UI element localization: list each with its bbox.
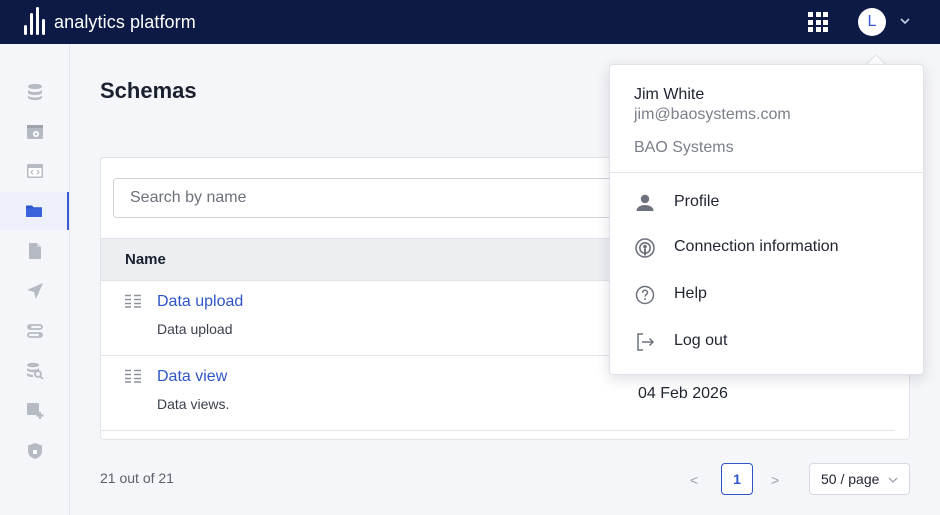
user-menu: Jim White jim@baosystems.com BAO Systems…	[609, 64, 924, 375]
page-title: Schemas	[100, 78, 197, 103]
sidebar-item-add-widget[interactable]	[0, 392, 69, 430]
user-name: Jim White	[634, 86, 705, 103]
broadcast-icon	[635, 238, 655, 258]
sidebar	[0, 44, 70, 515]
document-icon	[28, 243, 41, 259]
brand-name: analytics platform	[54, 11, 196, 32]
database-search-icon	[26, 362, 44, 380]
pipeline-icon	[26, 324, 43, 338]
sidebar-item-schemas[interactable]	[0, 192, 69, 230]
menu-item-log-out[interactable]: Log out	[610, 321, 923, 361]
page-number-button[interactable]: 1	[721, 463, 753, 495]
sidebar-item-code[interactable]	[0, 152, 69, 190]
app-grid-icon[interactable]	[808, 12, 828, 32]
user-email: jim@baosystems.com	[634, 106, 791, 123]
sidebar-item-pipelines[interactable]	[0, 312, 69, 350]
sidebar-item-data-views[interactable]	[0, 113, 69, 151]
menu-item-label: Help	[674, 285, 707, 302]
sidebar-item-query[interactable]	[0, 352, 69, 390]
sidebar-item-send[interactable]	[0, 272, 69, 310]
schema-description: Data upload	[157, 321, 233, 337]
chevron-down-icon	[888, 477, 898, 483]
previous-page-button[interactable]: <	[690, 472, 698, 488]
sidebar-item-databases[interactable]	[0, 73, 69, 111]
schema-date: 04 Feb 2026	[638, 385, 728, 402]
folder-icon	[25, 205, 42, 217]
search-input[interactable]	[113, 178, 673, 218]
database-icon	[27, 83, 42, 101]
page-size-value: 50 / page	[821, 471, 880, 487]
avatar[interactable]: L	[858, 8, 886, 36]
menu-item-label: Profile	[674, 193, 720, 210]
sidebar-item-documents[interactable]	[0, 232, 69, 270]
next-page-button[interactable]: >	[771, 472, 779, 488]
menu-divider	[610, 172, 923, 173]
schema-name-link[interactable]: Data view	[157, 368, 227, 386]
data-view-icon	[26, 125, 43, 139]
sidebar-item-security[interactable]	[0, 432, 69, 470]
add-widget-icon	[26, 403, 43, 419]
help-circle-icon	[635, 285, 655, 305]
logo-bars-icon	[24, 7, 46, 37]
menu-item-connection-information[interactable]: Connection information	[610, 227, 923, 267]
brand-logo[interactable]: analytics platform	[24, 7, 196, 37]
menu-item-help[interactable]: Help	[610, 274, 923, 314]
column-header-name[interactable]: Name	[125, 251, 166, 268]
schema-list-icon	[125, 369, 141, 383]
top-bar: analytics platform L	[0, 0, 940, 44]
send-icon	[26, 283, 43, 299]
page-size-select[interactable]: 50 / page	[809, 463, 910, 495]
code-window-icon	[26, 164, 43, 178]
result-count: 21 out of 21	[100, 470, 174, 486]
menu-item-label: Log out	[674, 332, 728, 349]
schema-description: Data views.	[157, 396, 230, 412]
schema-name-link[interactable]: Data upload	[157, 293, 243, 311]
shield-icon	[27, 443, 42, 459]
menu-item-profile[interactable]: Profile	[610, 182, 923, 222]
logout-icon	[637, 333, 655, 351]
user-organization: BAO Systems	[634, 139, 734, 156]
menu-item-label: Connection information	[674, 238, 839, 255]
user-icon	[636, 194, 654, 211]
schema-list-icon	[125, 294, 141, 308]
chevron-down-icon[interactable]	[898, 14, 912, 28]
